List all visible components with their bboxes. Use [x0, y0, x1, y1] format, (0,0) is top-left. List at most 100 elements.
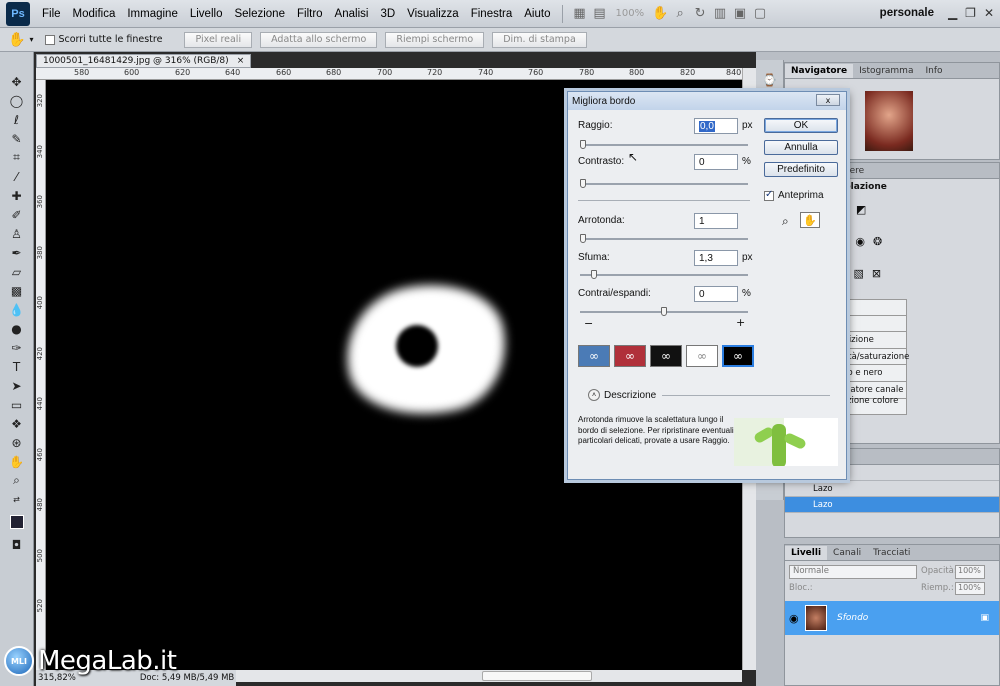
type-tool-icon[interactable]: T	[4, 357, 30, 376]
menu-analisi[interactable]: Analisi	[329, 8, 375, 20]
view-extras-icon[interactable]: ▤	[589, 5, 609, 23]
history-brush-tool-icon[interactable]: ✒	[4, 243, 30, 262]
print-size-button[interactable]: Dim. di stampa	[492, 31, 587, 48]
close-document-icon[interactable]: ×	[237, 56, 245, 66]
feather-input[interactable]: 1,3	[694, 250, 738, 266]
zoom-level-select[interactable]: 100%	[609, 8, 650, 19]
menu-aiuto[interactable]: Aiuto	[518, 8, 556, 20]
zoom-icon[interactable]: ⌕	[782, 214, 789, 229]
pen-tool-icon[interactable]: ✑	[4, 338, 30, 357]
tab-livelli[interactable]: Livelli	[785, 546, 828, 560]
scrollbar-thumb[interactable]	[482, 671, 592, 681]
blend-mode-select[interactable]: Normale	[789, 565, 917, 579]
slider-knob[interactable]	[591, 270, 598, 279]
cancel-button[interactable]: Annulla	[764, 140, 838, 155]
tab-navigatore[interactable]: Navigatore	[785, 64, 854, 78]
move-tool-icon[interactable]: ✥	[4, 72, 30, 91]
feather-slider[interactable]	[580, 270, 748, 279]
default-button[interactable]: Predefinito	[764, 162, 838, 177]
channel-mixer-icon[interactable]: ❂	[873, 235, 882, 248]
grid-icon[interactable]: ▥	[710, 5, 730, 23]
slider-knob[interactable]	[580, 179, 586, 188]
gradient-tool-icon[interactable]: ▩	[4, 281, 30, 300]
preview-checkbox[interactable]: Anteprima	[764, 189, 824, 201]
actual-pixels-button[interactable]: Pixel reali	[184, 31, 253, 48]
radius-slider[interactable]	[580, 140, 748, 149]
checkbox-box[interactable]	[45, 34, 56, 45]
selective-color-icon[interactable]: ⊠	[872, 267, 881, 280]
mask-mode-icon[interactable]: ∞	[722, 345, 754, 367]
menu-finestra[interactable]: Finestra	[465, 8, 519, 20]
restore-icon[interactable]: ❐	[965, 6, 976, 20]
workspace-select[interactable]: personale	[880, 7, 934, 19]
contrast-input[interactable]: 0	[694, 154, 738, 170]
eraser-tool-icon[interactable]: ▱	[4, 262, 30, 281]
marquee-tool-icon[interactable]: ◯	[4, 91, 30, 110]
menu-selezione[interactable]: Selezione	[228, 8, 291, 20]
visibility-eye-icon[interactable]: ◉	[789, 612, 799, 625]
shape-tool-icon[interactable]: ▭	[4, 395, 30, 414]
ok-button[interactable]: OK	[764, 118, 838, 133]
close-icon[interactable]: ✕	[984, 6, 994, 20]
swap-colors-icon[interactable]: ⇄	[4, 490, 30, 509]
on-black-mode-icon[interactable]: ∞	[650, 345, 682, 367]
document-tab[interactable]: 1000501_16481429.jpg @ 316% (RGB/8) ×	[36, 54, 252, 68]
3d-orbit-tool-icon[interactable]: ⊛	[4, 433, 30, 452]
screen-mode-icon[interactable]: ▢	[750, 5, 770, 23]
clone-stamp-tool-icon[interactable]: ♙	[4, 224, 30, 243]
checkbox-box[interactable]	[764, 189, 774, 201]
slider-knob[interactable]	[661, 307, 667, 316]
gradient-map-icon[interactable]: ▧	[853, 267, 863, 280]
tab-istogramma[interactable]: Istogramma	[853, 64, 919, 78]
collapse-chevron-icon[interactable]: ˄	[588, 389, 600, 401]
lasso-tool-icon[interactable]: ℓ	[4, 110, 30, 129]
fit-screen-button[interactable]: Adatta allo schermo	[260, 31, 378, 48]
menu-visualizza[interactable]: Visualizza	[401, 8, 465, 20]
quick-mask-mode-icon[interactable]: ∞	[614, 345, 646, 367]
contract-expand-slider[interactable]	[580, 307, 748, 316]
tab-tracciati[interactable]: Tracciati	[867, 546, 916, 560]
history-row-selected[interactable]: Lazo	[785, 497, 999, 513]
history-row[interactable]: Lazo	[785, 481, 999, 497]
foreground-color-swatch[interactable]	[9, 515, 24, 529]
slider-knob[interactable]	[580, 140, 586, 149]
contrast-slider[interactable]	[580, 179, 748, 188]
eyedropper-tool-icon[interactable]: ⁄	[4, 167, 30, 186]
zoom-tool-icon[interactable]: ⌕	[4, 471, 30, 490]
fill-screen-button[interactable]: Riempi schermo	[385, 31, 485, 48]
zoom-tool-icon[interactable]: ⌕	[670, 5, 690, 23]
menu-immagine[interactable]: Immagine	[121, 8, 184, 20]
fill-field[interactable]: 100%	[955, 582, 985, 595]
blur-tool-icon[interactable]: 💧	[4, 300, 30, 319]
menu-modifica[interactable]: Modifica	[67, 8, 122, 20]
on-white-mode-icon[interactable]: ∞	[686, 345, 718, 367]
menu-filtro[interactable]: Filtro	[291, 8, 329, 20]
navigator-preview[interactable]	[865, 91, 913, 151]
healing-brush-tool-icon[interactable]: ✚	[4, 186, 30, 205]
tab-info[interactable]: Info	[919, 64, 948, 78]
description-header[interactable]: ˄ Descrizione	[588, 389, 656, 401]
exposure-icon[interactable]: ◩	[856, 203, 866, 216]
slider-knob[interactable]	[580, 234, 586, 243]
history-panel-icon[interactable]: ⌚	[757, 70, 783, 89]
smooth-slider[interactable]	[580, 234, 748, 243]
quick-selection-tool-icon[interactable]: ✎	[4, 129, 30, 148]
menu-file[interactable]: File	[36, 8, 67, 20]
photo-filter-icon[interactable]: ◉	[855, 235, 865, 248]
dodge-tool-icon[interactable]: ●	[4, 319, 30, 338]
radius-input[interactable]: 0,0	[694, 118, 738, 134]
brush-tool-icon[interactable]: ✐	[4, 205, 30, 224]
dialog-close-button[interactable]: x	[816, 94, 840, 106]
opacity-field[interactable]: 100%	[955, 565, 985, 579]
hand-tool-icon[interactable]: ✋	[4, 452, 30, 471]
hand-tool-icon[interactable]: ✋	[650, 5, 670, 23]
contract-expand-input[interactable]: 0	[694, 286, 738, 302]
hand-icon[interactable]: ✋	[800, 212, 820, 228]
rotate-view-icon[interactable]: ↻	[690, 5, 710, 23]
chevron-down-icon[interactable]: ▾	[29, 35, 33, 44]
path-selection-tool-icon[interactable]: ➤	[4, 376, 30, 395]
bridge-icon[interactable]: ▦	[569, 5, 589, 23]
menu-3d[interactable]: 3D	[374, 8, 401, 20]
menu-livello[interactable]: Livello	[184, 8, 229, 20]
hand-tool-preset-icon[interactable]: ✋	[8, 32, 25, 48]
